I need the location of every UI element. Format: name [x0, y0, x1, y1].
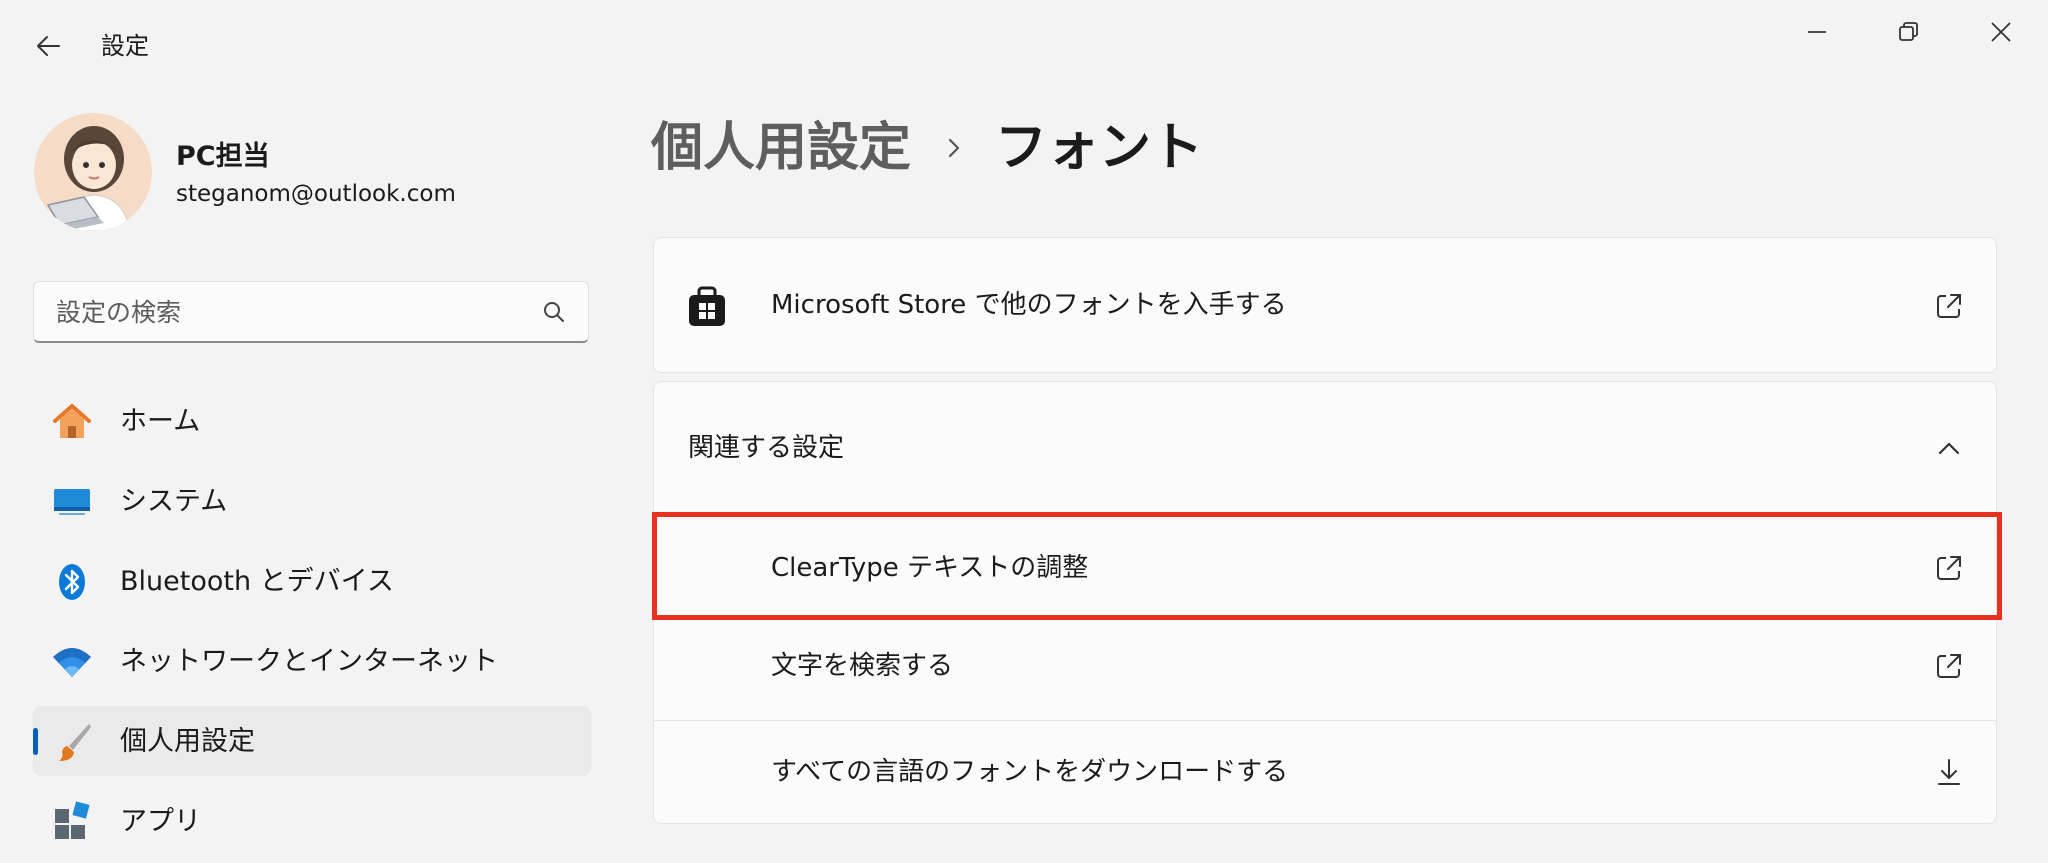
- sidebar-nav: ホーム システム Bluetooth とデバイス ネットワークとインターネット …: [33, 386, 591, 863]
- external-link-icon: [1937, 294, 1961, 318]
- sidebar-item-network[interactable]: ネットワークとインターネット: [33, 626, 591, 696]
- related-settings-header[interactable]: 関連する設定: [654, 382, 1996, 512]
- cleartype-row[interactable]: ClearType テキストの調整: [654, 512, 1996, 615]
- related-settings-title: 関連する設定: [688, 433, 845, 463]
- avatar[interactable]: [34, 113, 152, 231]
- settings-search-box[interactable]: [33, 281, 589, 343]
- settings-window: 設定 PC担当 steganom@outlook.com 設定の検索 ホーム シ…: [0, 0, 2048, 863]
- sidebar-item-label: 個人用設定: [120, 726, 255, 757]
- chevron-up-icon: [1938, 442, 1960, 455]
- back-button[interactable]: [26, 28, 70, 64]
- restore-button[interactable]: [1864, 10, 1954, 54]
- external-link-icon: [1937, 654, 1961, 678]
- bluetooth-icon: [59, 564, 85, 600]
- system-icon: [54, 489, 90, 515]
- restore-icon: [1899, 22, 1918, 41]
- home-icon: [53, 404, 91, 438]
- store-fonts-label: Microsoft Store で他のフォントを入手する: [771, 290, 1287, 320]
- sidebar-item-label: システム: [120, 486, 228, 517]
- sidebar-item-personalization[interactable]: 個人用設定: [33, 706, 591, 776]
- store-fonts-card[interactable]: Microsoft Store で他のフォントを入手する: [653, 237, 1997, 373]
- sidebar-item-bluetooth[interactable]: Bluetooth とデバイス: [33, 546, 591, 616]
- breadcrumb-parent[interactable]: 個人用設定: [651, 113, 911, 183]
- user-name: PC担当: [176, 141, 270, 172]
- close-button[interactable]: [1956, 10, 2046, 54]
- store-icon: [689, 286, 725, 326]
- sidebar-item-system[interactable]: システム: [33, 466, 591, 536]
- page-title: フォント: [995, 118, 1204, 178]
- sidebar-item-label: Bluetooth とデバイス: [120, 566, 394, 597]
- minimize-button[interactable]: [1772, 10, 1862, 54]
- chevron-right-icon: [948, 138, 960, 158]
- character-search-row[interactable]: 文字を検索する: [654, 615, 1996, 718]
- sidebar-item-label: アプリ: [120, 806, 201, 837]
- sidebar-item-label: ホーム: [120, 406, 201, 437]
- sidebar-item-label: ネットワークとインターネット: [120, 646, 498, 677]
- brush-icon: [59, 724, 91, 761]
- sidebar-item-home[interactable]: ホーム: [33, 386, 591, 456]
- back-arrow-icon: [37, 36, 60, 56]
- apps-icon: [55, 801, 90, 839]
- wifi-icon: [53, 648, 91, 677]
- user-email: steganom@outlook.com: [176, 181, 456, 207]
- sidebar-item-apps[interactable]: アプリ: [33, 786, 591, 856]
- close-icon: [1991, 22, 2011, 42]
- external-link-icon: [1937, 556, 1961, 580]
- breadcrumb: 個人用設定 フォント: [651, 108, 1203, 188]
- cleartype-label: ClearType テキストの調整: [771, 553, 1089, 583]
- avatar-illustration-icon: [34, 113, 152, 231]
- download-fonts-label: すべての言語のフォントをダウンロードする: [771, 757, 1289, 787]
- download-icon: [1938, 759, 1960, 785]
- minimize-icon: [1808, 31, 1826, 33]
- related-settings-card: 関連する設定 ClearType テキストの調整 文字を検索する すべての言語の…: [653, 381, 1997, 824]
- search-input[interactable]: [54, 282, 528, 342]
- character-search-label: 文字を検索する: [771, 651, 954, 681]
- download-fonts-row[interactable]: すべての言語のフォントをダウンロードする: [654, 721, 1996, 824]
- search-icon[interactable]: [542, 300, 566, 324]
- app-title: 設定: [101, 32, 149, 60]
